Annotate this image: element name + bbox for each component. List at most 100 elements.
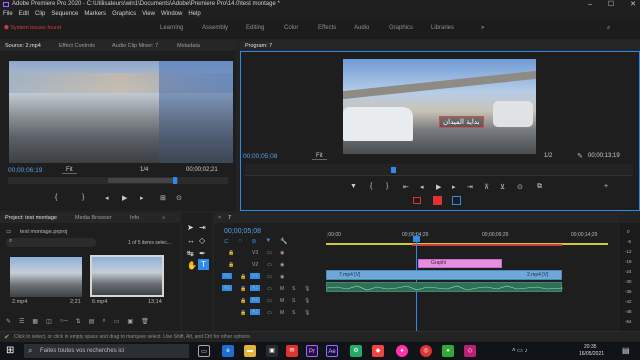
record-icon[interactable] <box>433 196 442 205</box>
sync-lock-icon[interactable]: ▭ <box>267 250 272 256</box>
graphic-clip[interactable]: Graphi <box>418 259 502 268</box>
lock-icon[interactable]: 🔒 <box>240 310 246 316</box>
project-item-thumbnail[interactable] <box>10 257 82 297</box>
add-marker-icon[interactable]: ▼ <box>350 183 357 190</box>
extract-icon[interactable]: ⊻ <box>500 183 505 191</box>
task-view-icon[interactable]: ▭ <box>198 345 210 357</box>
hand-tool-icon[interactable]: ✋ <box>187 261 197 270</box>
automate-icon[interactable]: ▤ <box>89 318 95 328</box>
workspace-editing[interactable]: Editing <box>246 25 264 31</box>
timeline-timecode[interactable]: 00;00;05;08 <box>224 228 261 235</box>
microphone-icon[interactable]: 🎙 <box>304 310 310 316</box>
sync-lock-icon[interactable]: ▭ <box>267 310 272 316</box>
track-header-a1[interactable]: A1 🔒 A1 ▭ M S 🎙 <box>222 284 326 295</box>
source-insert-icon[interactable]: ⊞ <box>160 194 166 202</box>
premiere-taskbar-icon[interactable]: Pr <box>306 345 318 357</box>
tab-audio-clip-mixer[interactable]: Audio Clip Mixer: 7 <box>112 41 158 51</box>
step-forward-icon[interactable]: ▸ <box>452 183 456 191</box>
sync-lock-icon[interactable]: ▭ <box>267 286 272 292</box>
new-item-icon[interactable]: ▣ <box>127 318 133 328</box>
nest-icon[interactable]: ⊏ <box>224 238 229 246</box>
tab-metadata[interactable]: Metadata <box>177 41 200 51</box>
after-effects-taskbar-icon[interactable]: Ae <box>326 345 338 357</box>
workspace-audio[interactable]: Audio <box>354 25 369 31</box>
workspace-assembly[interactable]: Assembly <box>202 25 228 31</box>
source-mark-in-icon[interactable]: { <box>55 194 57 201</box>
workspace-effects[interactable]: Effects <box>318 25 336 31</box>
microphone-icon[interactable]: 🎙 <box>304 298 310 304</box>
lock-icon[interactable]: 🔒 <box>240 286 246 292</box>
source-resolution[interactable]: 1/4 <box>140 167 148 173</box>
program-resolution[interactable]: 1/2 <box>544 153 552 159</box>
slip-tool-icon[interactable]: ↹ <box>187 249 194 258</box>
track-header-v3[interactable]: 🔒 V3 ▭ ◉ <box>222 248 326 259</box>
file-explorer-icon[interactable]: ▬ <box>244 345 256 357</box>
pen-tool-icon[interactable]: ✒ <box>199 249 206 258</box>
program-timecode[interactable]: 00;00;05;08 <box>243 153 277 160</box>
program-scrubber[interactable] <box>245 164 633 176</box>
sync-lock-icon[interactable]: ▭ <box>267 274 272 280</box>
eye-icon[interactable]: ◉ <box>280 262 284 268</box>
menu-view[interactable]: View <box>139 9 158 19</box>
workspace-learning[interactable]: Learning <box>160 25 183 31</box>
program-video[interactable]: بداية الميدان <box>343 59 536 154</box>
store-icon[interactable]: ▣ <box>266 345 278 357</box>
program-playhead[interactable] <box>391 167 396 173</box>
snap-icon[interactable]: ∩ <box>238 238 242 246</box>
source-scrubber[interactable] <box>8 177 228 184</box>
track-header-v2[interactable]: 🔒 V2 ▭ ◉ <box>222 260 326 271</box>
icon-view-icon[interactable]: ▦ <box>32 318 38 328</box>
sort-icon[interactable]: ⇅ <box>76 318 81 328</box>
source-patch-a1[interactable]: A1 <box>222 285 233 291</box>
selection-tool-icon[interactable]: ➤ <box>187 223 194 232</box>
trash-icon[interactable]: 🗑 <box>141 318 149 328</box>
source-patch-v1[interactable]: V1 <box>222 273 233 279</box>
source-fit-dropdown[interactable]: Fit <box>62 167 77 174</box>
lock-icon[interactable]: 🔒 <box>228 262 234 268</box>
edge-icon[interactable]: e <box>222 345 234 357</box>
solo-button[interactable]: S <box>292 298 295 304</box>
new-bin-icon[interactable]: ▭ <box>114 318 120 328</box>
app-icon[interactable]: ⚙ <box>350 345 362 357</box>
track-header-a2[interactable]: 🔒 A2 ▭ M S 🎙 <box>222 296 326 307</box>
search-icon[interactable]: ⌕ <box>607 25 610 32</box>
tab-project[interactable]: Project: test montage <box>5 213 57 223</box>
linked-selection-icon[interactable]: ⊘ <box>251 238 256 246</box>
go-to-in-icon[interactable]: ⇤ <box>403 183 409 191</box>
system-issues-badge[interactable]: ⬢ System issues found <box>4 25 61 31</box>
sync-lock-icon[interactable]: ▭ <box>267 298 272 304</box>
audio-clip-a1[interactable] <box>326 282 563 292</box>
app-icon[interactable]: ● <box>396 345 408 357</box>
project-item-thumbnail-selected[interactable] <box>90 255 164 297</box>
tab-program[interactable]: Program: 7 <box>245 41 272 51</box>
workspace-graphics[interactable]: Graphics <box>389 25 413 31</box>
list-view-icon[interactable]: ☰ <box>19 318 24 328</box>
mute-button[interactable]: M <box>280 298 284 304</box>
step-back-icon[interactable]: ◂ <box>420 183 424 191</box>
mute-button[interactable]: M <box>280 310 284 316</box>
ripple-edit-tool-icon[interactable]: ↔ <box>187 236 195 245</box>
close-sequence-icon[interactable]: × <box>218 213 221 223</box>
source-video[interactable] <box>9 61 233 163</box>
vr-video-icon[interactable] <box>452 196 461 205</box>
project-search-input[interactable]: ⌕ <box>6 238 96 247</box>
safe-margins-icon[interactable] <box>413 197 421 204</box>
menu-graphics[interactable]: Graphics <box>109 9 139 19</box>
sync-lock-icon[interactable]: ▭ <box>267 262 272 268</box>
menu-clip[interactable]: Clip <box>32 9 48 19</box>
wrench-icon[interactable]: ✎ <box>577 152 583 160</box>
workspace-libraries[interactable]: Libraries <box>431 25 454 31</box>
mark-in-icon[interactable]: { <box>370 183 372 190</box>
freeform-view-icon[interactable]: ◫ <box>46 318 52 328</box>
more-panels-icon[interactable]: » <box>162 213 165 223</box>
solo-button[interactable]: S <box>292 286 295 292</box>
video-clip-7[interactable]: 7.mp4 [V] <box>339 272 360 278</box>
program-fit-dropdown[interactable]: Fit <box>312 153 327 160</box>
source-export-frame-icon[interactable]: ⊙ <box>176 194 182 202</box>
add-button-icon[interactable]: + <box>604 183 608 190</box>
track-header-v1[interactable]: V1 🔒 V1 ▭ ◉ <box>222 272 326 283</box>
notifications-icon[interactable]: ▤ <box>622 346 630 355</box>
menu-file[interactable]: File <box>0 9 16 19</box>
find-icon[interactable]: ⌕ <box>102 318 105 328</box>
close-icon[interactable]: ✕ <box>630 0 636 9</box>
